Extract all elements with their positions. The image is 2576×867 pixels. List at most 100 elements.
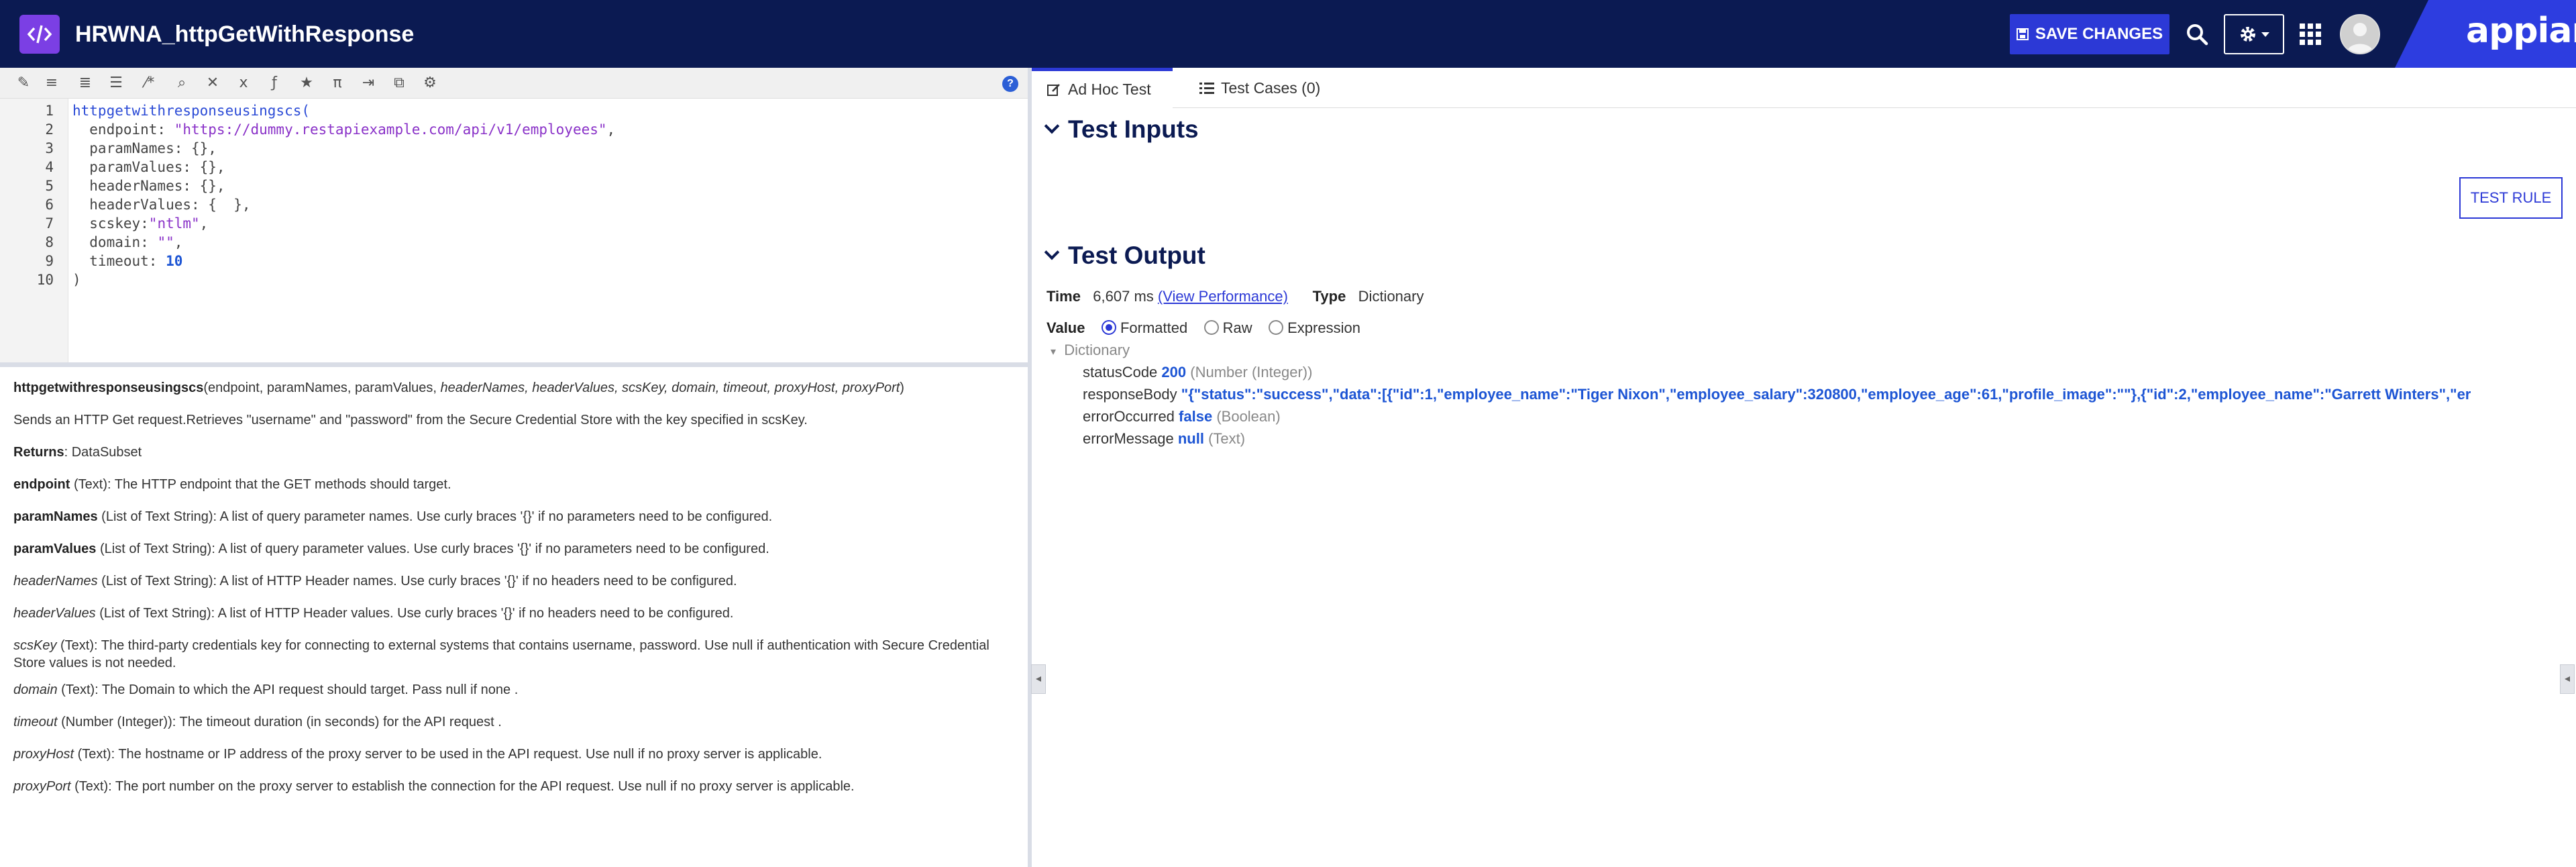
param-scskey: scsKey (Text): The third-party credentia… <box>13 638 989 670</box>
dictionary-toggle[interactable]: ▾ Dictionary <box>1051 342 1130 359</box>
param-proxyport: proxyPort (Text): The port number on the… <box>13 779 855 794</box>
favorite-icon[interactable]: ★ <box>297 73 317 93</box>
line-number: 6 <box>45 197 54 213</box>
caret-down-icon: ▾ <box>1051 346 1057 358</box>
collapse-right-icon[interactable]: ◂ <box>2560 664 2575 694</box>
comment-icon[interactable]: ⁄* <box>140 73 160 93</box>
error-message-value: null <box>1177 430 1204 447</box>
section-title: Test Output <box>1068 242 1205 269</box>
line-gutter: 1 2 3 4 5 6 7 8 9 10 <box>0 99 68 362</box>
section-title: Test Inputs <box>1068 115 1199 143</box>
param-headernames: headerNames (List of Text String): A lis… <box>13 574 737 589</box>
response-body-row: responseBody "{"status":"success","data"… <box>1083 386 2471 403</box>
test-rule-button[interactable]: TEST RULE <box>2459 177 2563 219</box>
find-icon[interactable]: ⌕ <box>172 73 192 93</box>
clear-icon[interactable]: ⅹ <box>233 73 254 93</box>
tab-test-cases[interactable]: Test Cases (0) <box>1185 68 1335 108</box>
save-changes-button[interactable]: SAVE CHANGES <box>2010 14 2169 54</box>
line-number: 7 <box>45 215 54 232</box>
param-domain: domain (Text): The Domain to which the A… <box>13 682 519 697</box>
auto-format-icon[interactable]: ✎ <box>13 73 34 93</box>
type-label: Type <box>1312 288 1346 305</box>
outdent-icon[interactable]: ≣ <box>75 73 95 93</box>
editor-toolbar: ✎ ≡ ≣ ☰ ⁄* ⌕ ✕ ⅹ ƒ ★ π ⇥ ⧉ ⚙ ? <box>0 68 1028 99</box>
line-number: 10 <box>36 272 54 288</box>
save-icon <box>2016 28 2029 40</box>
close-tag-icon[interactable]: ✕ <box>203 73 223 93</box>
pi-icon[interactable]: π <box>327 73 347 93</box>
dictionary-label: Dictionary <box>1064 342 1130 358</box>
gear-icon <box>2241 27 2255 42</box>
radio-raw[interactable]: Raw <box>1203 319 1252 336</box>
code-line: paramNames: {}, <box>72 140 217 156</box>
test-output-section[interactable]: Test Output <box>1044 242 1205 270</box>
time-value: 6,607 ms <box>1093 288 1154 305</box>
panel-splitter[interactable] <box>1028 68 1032 867</box>
line-number: 9 <box>45 253 54 269</box>
avatar[interactable] <box>2340 14 2380 54</box>
editor-doc-splitter[interactable] <box>0 362 1028 367</box>
test-inputs-section[interactable]: Test Inputs <box>1044 115 1199 144</box>
save-changes-label: SAVE CHANGES <box>2035 25 2163 43</box>
line-number: 2 <box>45 121 54 138</box>
radio-icon <box>1269 320 1284 336</box>
page-title: HRWNA_httpGetWithResponse <box>75 21 415 47</box>
error-message-row: errorMessage null (Text) <box>1083 430 1246 447</box>
line-number: 4 <box>45 159 54 175</box>
expression-editor[interactable]: 1 2 3 4 5 6 7 8 9 10 httpgetwithresponse… <box>0 99 1028 362</box>
param-paramnames: paramNames (List of Text String): A list… <box>13 509 773 524</box>
list-icon <box>1199 83 1214 94</box>
error-occurred-row: errorOccurred false (Boolean) <box>1083 408 1281 425</box>
settings-menu-button[interactable] <box>2224 14 2284 54</box>
code-line: headerNames: {}, <box>72 178 225 194</box>
search-icon[interactable] <box>2180 17 2214 51</box>
tab-label: Ad Hoc Test <box>1068 81 1151 98</box>
app-header: HRWNA_httpGetWithResponse SAVE CHANGES a… <box>0 0 2576 68</box>
code-line: scskey:"ntlm", <box>72 215 209 232</box>
caret-down-icon <box>2261 32 2269 37</box>
apps-grid-icon[interactable] <box>2294 17 2327 51</box>
line-number: 8 <box>45 234 54 250</box>
line-number: 5 <box>45 178 54 194</box>
collapse-left-icon[interactable]: ◂ <box>1031 664 1046 694</box>
param-paramvalues: paramValues (List of Text String): A lis… <box>13 542 769 556</box>
code-line: endpoint: "https://dummy.restapiexample.… <box>72 121 616 138</box>
radio-formatted[interactable]: Formatted <box>1101 319 1187 336</box>
param-headervalues: headerValues (List of Text String): A li… <box>13 606 734 621</box>
chevron-down-icon <box>1044 118 1060 134</box>
radio-expression[interactable]: Expression <box>1269 319 1360 336</box>
copy-icon[interactable]: ⧉ <box>389 73 409 93</box>
value-row: Value Formatted Raw Expression <box>1046 319 1360 337</box>
response-body-value: "{"status":"success","data":[{"id":1,"em… <box>1181 386 2471 403</box>
edit-icon <box>1047 83 1060 96</box>
help-icon[interactable]: ? <box>1002 76 1018 92</box>
function-returns: Returns: DataSubset <box>13 445 142 460</box>
code-line: timeout: 10 <box>72 253 183 269</box>
param-proxyhost: proxyHost (Text): The hostname or IP add… <box>13 747 822 762</box>
code-line: paramValues: {}, <box>72 159 225 175</box>
list-icon[interactable]: ☰ <box>106 73 126 93</box>
function-documentation: httpgetwithresponseusingscs(endpoint, pa… <box>0 367 1028 867</box>
type-value: Dictionary <box>1358 288 1424 305</box>
settings-icon[interactable]: ⚙ <box>420 73 440 93</box>
status-code-value: 200 <box>1161 364 1187 380</box>
status-code-row: statusCode 200 (Number (Integer)) <box>1083 364 1313 380</box>
function-signature: httpgetwithresponseusingscs(endpoint, pa… <box>13 380 904 395</box>
appian-logo: appian <box>2466 11 2576 51</box>
tab-ad-hoc-test[interactable]: Ad Hoc Test <box>1032 68 1173 108</box>
param-timeout: timeout (Number (Integer)): The timeout … <box>13 715 502 729</box>
function-icon[interactable]: ƒ <box>264 73 284 93</box>
view-performance-link[interactable]: (View Performance) <box>1158 288 1288 305</box>
insert-icon[interactable]: ⇥ <box>358 73 378 93</box>
indent-icon[interactable]: ≡ <box>42 73 62 93</box>
code-line: headerValues: { }, <box>72 197 251 213</box>
code-line: domain: "", <box>72 234 183 250</box>
time-label: Time <box>1046 288 1081 305</box>
value-label: Value <box>1046 319 1085 336</box>
line-number: 1 <box>45 103 54 119</box>
radio-icon <box>1203 320 1219 336</box>
tab-label: Test Cases (0) <box>1221 79 1321 97</box>
code-line: ) <box>72 272 81 288</box>
radio-selected-icon <box>1101 320 1116 336</box>
code-icon <box>19 15 60 54</box>
